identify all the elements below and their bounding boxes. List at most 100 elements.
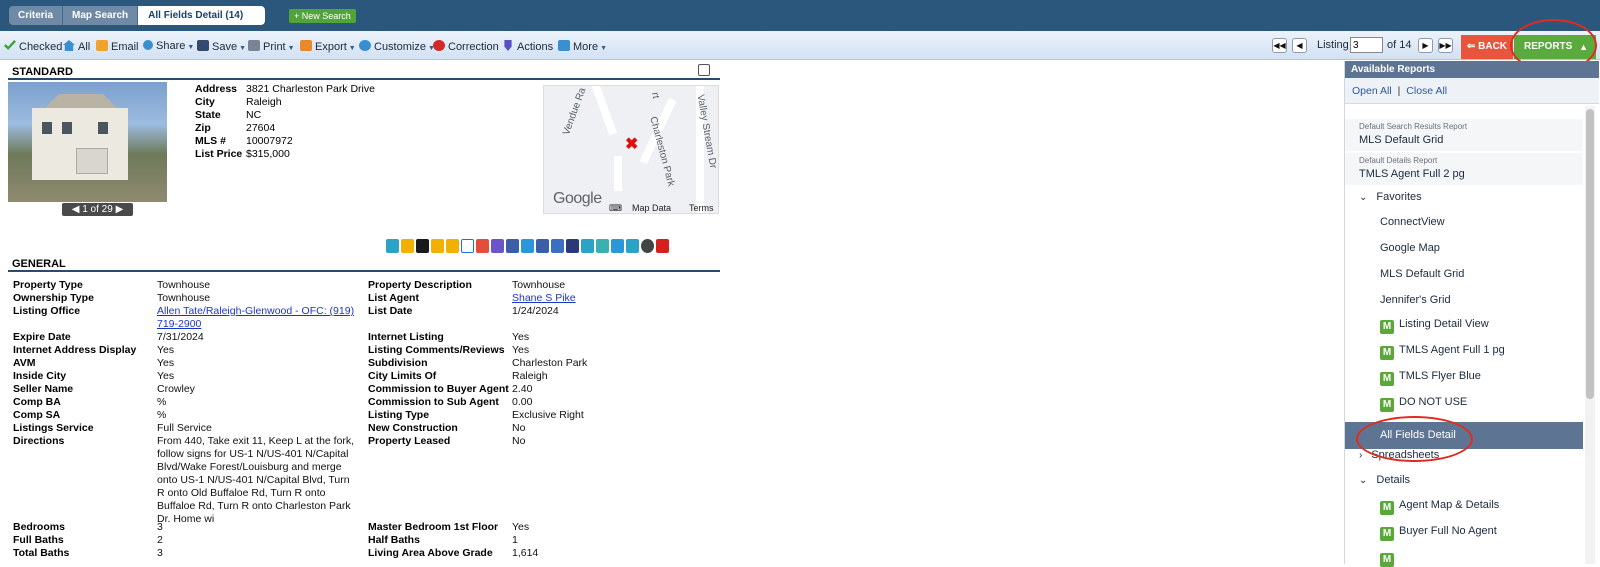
field-value: 7/31/2024: [157, 331, 204, 343]
print-button[interactable]: Print ▼: [248, 40, 295, 55]
field-label: Living Area Above Grade: [368, 547, 493, 559]
m-badge-icon: M: [1380, 346, 1394, 360]
prev-listing-button[interactable]: ◀: [1292, 38, 1307, 53]
photo-navigator[interactable]: ◀ 1 of 29 ▶: [62, 203, 133, 216]
default-details-report[interactable]: TMLS Agent Full 2 pg: [1359, 168, 1597, 180]
integration-icon[interactable]: [656, 239, 669, 253]
report-listing-detail-view[interactable]: M Listing Detail View: [1380, 318, 1600, 334]
select-listing-checkbox[interactable]: [698, 64, 710, 76]
field-value: 1/24/2024: [512, 305, 559, 317]
field-label: Comp SA: [13, 409, 61, 421]
customize-button[interactable]: Customize ▼: [359, 40, 435, 55]
panel-scrollbar-thumb[interactable]: [1586, 109, 1594, 399]
integration-icon[interactable]: [641, 239, 654, 253]
export-button[interactable]: Export ▼: [300, 40, 356, 55]
top-bar: Criteria Map Search All Fields Detail (1…: [0, 0, 1600, 31]
last-listing-button[interactable]: ▶▶: [1438, 38, 1453, 53]
email-button[interactable]: Email: [96, 40, 139, 53]
integration-icon[interactable]: [611, 239, 624, 253]
field-value: 2.40: [512, 383, 533, 395]
integration-icon[interactable]: [431, 239, 444, 253]
field-value: Yes: [512, 331, 530, 343]
integration-icon[interactable]: [416, 239, 429, 253]
list-price-row: List Price $315,000: [195, 148, 290, 160]
field-value: 2: [157, 534, 163, 546]
integration-icon[interactable]: [581, 239, 594, 253]
property-photo[interactable]: [8, 82, 167, 202]
open-close-controls: Open All | Close All: [1345, 78, 1599, 104]
field-label: Listing Office: [13, 305, 81, 317]
integration-icon[interactable]: [446, 239, 459, 253]
report-tmls-agent-full-1pg[interactable]: M TMLS Agent Full 1 pg: [1380, 344, 1600, 360]
tab-criteria[interactable]: Criteria: [9, 6, 64, 25]
checked-button[interactable]: Checked: [4, 40, 62, 53]
tab-all-fields-detail[interactable]: All Fields Detail (14): [138, 6, 266, 25]
report-jennifers-grid[interactable]: Jennifer's Grid: [1380, 294, 1600, 306]
gear-icon: [359, 40, 371, 51]
field-label: Commission to Buyer Agent: [368, 383, 509, 395]
listing-total: of 14: [1387, 39, 1412, 51]
map-data-link[interactable]: Map Data: [632, 203, 671, 213]
field-value: Full Service: [157, 422, 212, 434]
field-label: List Date: [368, 305, 413, 317]
integration-icon[interactable]: [461, 239, 474, 253]
report-do-not-use[interactable]: M DO NOT USE: [1380, 396, 1600, 412]
report-next-partial[interactable]: M: [1380, 551, 1600, 567]
integration-icon[interactable]: [596, 239, 609, 253]
integration-icon[interactable]: [476, 239, 489, 253]
favorites-group[interactable]: ⌄ Favorites: [1359, 191, 1597, 203]
share-button[interactable]: Share ▼: [143, 40, 194, 54]
correction-button[interactable]: Correction: [433, 40, 499, 53]
field-label: Property Type: [13, 279, 83, 291]
integration-icon[interactable]: [521, 239, 534, 253]
chevron-left-icon[interactable]: ◀: [72, 204, 82, 215]
terms-link[interactable]: Terms: [689, 203, 714, 213]
actions-button[interactable]: Actions: [502, 40, 553, 53]
details-group[interactable]: ⌄ Details: [1359, 474, 1597, 486]
report-mls-default-grid[interactable]: MLS Default Grid: [1380, 268, 1600, 280]
report-agent-map-details[interactable]: M Agent Map & Details: [1380, 499, 1600, 515]
field-label: Listings Service: [13, 422, 94, 434]
integration-icon[interactable]: [506, 239, 519, 253]
more-button[interactable]: More ▼: [558, 40, 607, 55]
field-value: 3: [157, 547, 163, 559]
report-tmls-flyer-blue[interactable]: M TMLS Flyer Blue: [1380, 370, 1600, 386]
integration-icon[interactable]: [551, 239, 564, 253]
report-buyer-full-no-agent[interactable]: M Buyer Full No Agent: [1380, 525, 1600, 541]
back-button[interactable]: ⇐ BACK: [1461, 35, 1513, 59]
listing-number-input[interactable]: [1350, 37, 1383, 53]
field-value[interactable]: Shane S Pike: [512, 292, 712, 305]
keyboard-icon[interactable]: ⌨: [609, 203, 622, 213]
location-map[interactable]: Vendue Ra Charleston Park Valley Stream …: [543, 85, 719, 214]
default-search-report[interactable]: MLS Default Grid: [1359, 134, 1597, 146]
correction-icon: [433, 40, 445, 51]
field-value: Townhouse: [157, 292, 211, 304]
all-button[interactable]: All: [63, 40, 90, 53]
house-icon: [63, 40, 75, 51]
integration-icon[interactable]: [566, 239, 579, 253]
field-value[interactable]: Allen Tate/Raleigh-Glenwood - OFC: (919)…: [157, 305, 357, 331]
report-google-map[interactable]: Google Map: [1380, 242, 1600, 254]
chevron-right-icon[interactable]: ▶: [113, 204, 124, 215]
integration-icon[interactable]: [386, 239, 399, 253]
field-value: No: [512, 422, 526, 434]
integration-icon[interactable]: [491, 239, 504, 253]
available-reports-panel: Available Reports Open All | Close All D…: [1344, 61, 1600, 567]
field-value: 0.00: [512, 396, 533, 408]
chevron-left-icon: ◀: [1296, 41, 1303, 50]
field-label: Listing Comments/Reviews: [368, 344, 505, 356]
save-button[interactable]: Save ▼: [197, 40, 246, 55]
open-all-link[interactable]: Open All: [1352, 85, 1392, 97]
tab-map-search[interactable]: Map Search: [63, 6, 139, 25]
integration-icon[interactable]: [536, 239, 549, 253]
integration-icon[interactable]: [401, 239, 414, 253]
new-search-button[interactable]: + New Search: [289, 9, 356, 23]
report-connectview[interactable]: ConnectView: [1380, 216, 1600, 228]
field-label: Seller Name: [13, 383, 74, 395]
next-listing-button[interactable]: ▶: [1418, 38, 1433, 53]
field-label: Directions: [13, 435, 65, 447]
address-row: Address 3821 Charleston Park Drive: [195, 83, 375, 95]
close-all-link[interactable]: Close All: [1406, 85, 1447, 97]
first-listing-button[interactable]: ◀◀: [1272, 38, 1287, 53]
integration-icon[interactable]: [626, 239, 639, 253]
